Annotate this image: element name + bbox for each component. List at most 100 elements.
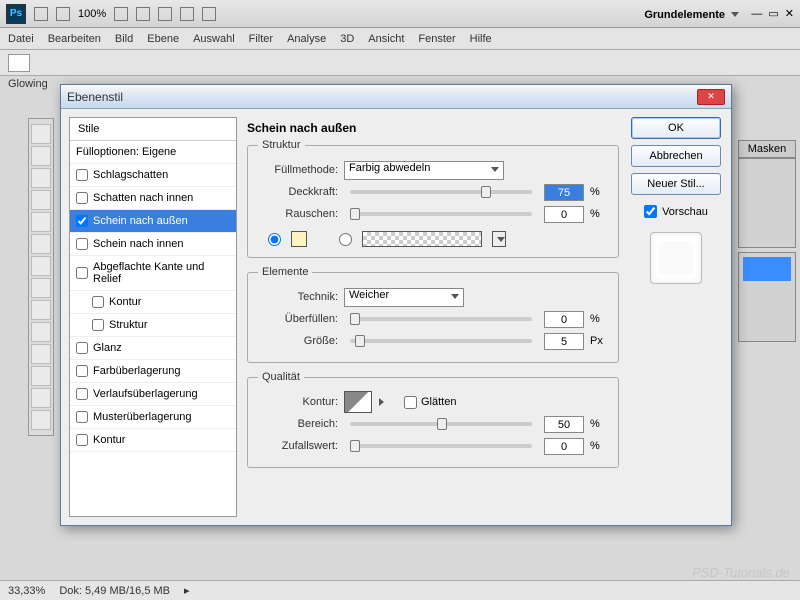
layout-icon[interactable] (56, 7, 70, 21)
tool-blur[interactable] (31, 388, 51, 408)
technique-select[interactable]: Weicher (344, 288, 464, 307)
tool-gradient[interactable] (31, 366, 51, 386)
workspace-selector[interactable]: Grundelemente (638, 5, 745, 23)
chevron-right-icon[interactable]: ▸ (184, 584, 190, 597)
dialog-titlebar[interactable]: Ebenenstil ✕ (61, 85, 731, 109)
hand-icon[interactable] (8, 54, 30, 72)
ok-button[interactable]: OK (631, 117, 721, 139)
menu-bild[interactable]: Bild (115, 33, 133, 45)
tool-brush[interactable] (31, 278, 51, 298)
style-farbueberlagerung[interactable]: Farbüberlagerung (70, 360, 236, 383)
style-musterueberlagerung[interactable]: Musterüberlagerung (70, 406, 236, 429)
noise-slider[interactable] (350, 212, 532, 216)
style-verlaufsueberlagerung[interactable]: Verlaufsüberlagerung (70, 383, 236, 406)
menu-datei[interactable]: Datei (8, 33, 34, 45)
tool-lasso[interactable] (31, 168, 51, 188)
rotate-icon[interactable] (158, 7, 172, 21)
close-icon[interactable]: ✕ (785, 7, 794, 20)
contour-picker[interactable] (344, 391, 372, 413)
spread-label: Überfüllen: (258, 313, 338, 325)
style-schatten-innen[interactable]: Schatten nach innen (70, 187, 236, 210)
range-value[interactable]: 50 (544, 416, 584, 433)
section-elemente: Elemente Technik: Weicher Überfüllen: 0 … (247, 266, 619, 363)
menu-hilfe[interactable]: Hilfe (470, 33, 492, 45)
menu-ansicht[interactable]: Ansicht (368, 33, 404, 45)
menu-auswahl[interactable]: Auswahl (193, 33, 235, 45)
ps-logo-icon: Ps (6, 4, 26, 24)
jitter-slider[interactable] (350, 444, 532, 448)
opacity-slider[interactable] (350, 190, 532, 194)
glow-color-swatch[interactable] (291, 231, 307, 247)
noise-label: Rauschen: (258, 208, 338, 220)
style-schein-aussen[interactable]: Schein nach außen (70, 210, 236, 233)
style-schein-innen[interactable]: Schein nach innen (70, 233, 236, 256)
jitter-label: Zufallswert: (258, 440, 338, 452)
gradient-dropdown-icon[interactable] (492, 231, 506, 247)
panel-adjust[interactable] (738, 158, 796, 248)
range-slider[interactable] (350, 422, 532, 426)
gradient-radio[interactable] (339, 233, 352, 246)
hand-tool-icon[interactable] (114, 7, 128, 21)
menu-bearbeiten[interactable]: Bearbeiten (48, 33, 101, 45)
menu-fenster[interactable]: Fenster (418, 33, 455, 45)
style-glanz[interactable]: Glanz (70, 337, 236, 360)
style-bevel[interactable]: Abgeflachte Kante und Relief (70, 256, 236, 291)
preview-checkbox[interactable] (644, 205, 657, 218)
style-bevel-kontur[interactable]: Kontur (70, 291, 236, 314)
blend-mode-select[interactable]: Farbig abwedeln (344, 161, 504, 180)
size-value[interactable]: 5 (544, 333, 584, 350)
blend-label: Füllmethode: (258, 164, 338, 176)
spread-slider[interactable] (350, 317, 532, 321)
tool-eyedropper[interactable] (31, 234, 51, 254)
masks-tab[interactable]: Masken (738, 140, 796, 158)
arrange-icon[interactable] (180, 7, 194, 21)
fill-options-item[interactable]: Fülloptionen: Eigene (70, 141, 236, 164)
bridge-icon[interactable] (34, 7, 48, 21)
opacity-value[interactable]: 75 (544, 184, 584, 201)
jitter-value[interactable]: 0 (544, 438, 584, 455)
menu-3d[interactable]: 3D (340, 33, 354, 45)
dialog-buttons: OK Abbrechen Neuer Stil... Vorschau (629, 117, 723, 517)
tool-history[interactable] (31, 322, 51, 342)
menu-bar: Datei Bearbeiten Bild Ebene Auswahl Filt… (0, 28, 800, 50)
maximize-icon[interactable]: ▭ (768, 7, 778, 20)
tool-wand[interactable] (31, 190, 51, 210)
style-kontur[interactable]: Kontur (70, 429, 236, 452)
styles-header: Stile (70, 118, 236, 141)
tool-move[interactable] (31, 124, 51, 144)
color-radio[interactable] (268, 233, 281, 246)
tool-crop[interactable] (31, 212, 51, 232)
zoom-level[interactable]: 33,33% (8, 585, 45, 597)
style-schlagschatten[interactable]: Schlagschatten (70, 164, 236, 187)
options-bar (0, 50, 800, 76)
zoom-label: 100% (78, 8, 106, 20)
section-struktur: Struktur Füllmethode: Farbig abwedeln De… (247, 139, 619, 258)
tool-eraser[interactable] (31, 344, 51, 364)
menu-ebene[interactable]: Ebene (147, 33, 179, 45)
style-bevel-struktur[interactable]: Struktur (70, 314, 236, 337)
spread-value[interactable]: 0 (544, 311, 584, 328)
layer-style-dialog: Ebenenstil ✕ Stile Fülloptionen: Eigene … (60, 84, 732, 526)
new-style-button[interactable]: Neuer Stil... (631, 173, 721, 195)
minimize-icon[interactable]: — (751, 8, 762, 20)
screenmode-icon[interactable] (202, 7, 216, 21)
document-tab[interactable]: Glowing (8, 78, 48, 90)
zoom-tool-icon[interactable] (136, 7, 150, 21)
technique-label: Technik: (258, 291, 338, 303)
gradient-picker[interactable] (362, 231, 482, 247)
menu-analyse[interactable]: Analyse (287, 33, 326, 45)
noise-value[interactable]: 0 (544, 206, 584, 223)
panel-layers[interactable] (738, 252, 796, 342)
menu-filter[interactable]: Filter (249, 33, 273, 45)
tool-dodge[interactable] (31, 410, 51, 430)
tool-heal[interactable] (31, 256, 51, 276)
right-panels: Masken (738, 140, 796, 346)
layer-swatch (743, 257, 791, 281)
watermark: PSD-Tutorials.de (692, 565, 790, 580)
dialog-close-button[interactable]: ✕ (697, 89, 725, 105)
antialias-checkbox[interactable] (404, 396, 417, 409)
cancel-button[interactable]: Abbrechen (631, 145, 721, 167)
tool-stamp[interactable] (31, 300, 51, 320)
tool-marquee[interactable] (31, 146, 51, 166)
size-slider[interactable] (350, 339, 532, 343)
